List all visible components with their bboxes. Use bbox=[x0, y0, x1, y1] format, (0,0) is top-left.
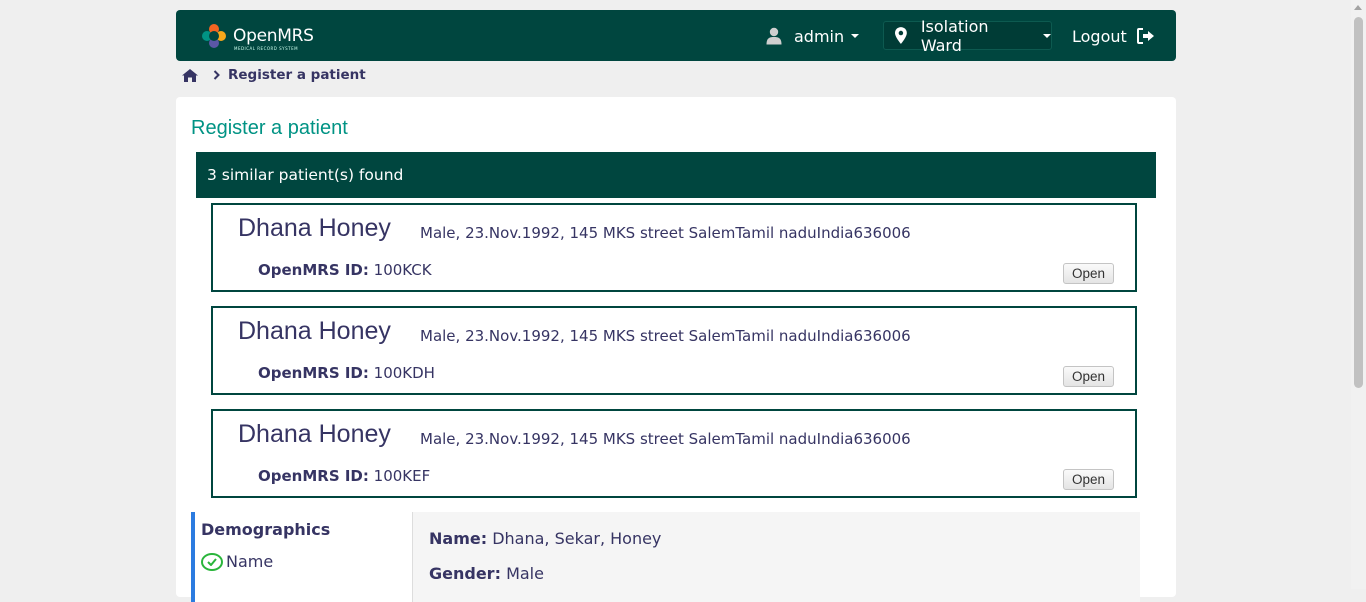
open-patient-button[interactable]: Open bbox=[1063, 469, 1114, 490]
patient-id-value: 100KEF bbox=[373, 467, 431, 485]
user-icon bbox=[766, 27, 782, 45]
user-name: admin bbox=[794, 26, 845, 46]
patient-identifier: OpenMRS ID: 100KDH bbox=[258, 364, 435, 382]
patient-id-label: OpenMRS ID: bbox=[258, 364, 369, 382]
patient-name: Dhana Honey bbox=[238, 214, 391, 242]
page-scrollbar[interactable] bbox=[1351, 0, 1366, 589]
patient-identifier: OpenMRS ID: 100KCK bbox=[258, 261, 432, 279]
summary-gender-value: Male bbox=[506, 564, 544, 583]
open-patient-button[interactable]: Open bbox=[1063, 263, 1114, 284]
page-title: Register a patient bbox=[191, 117, 348, 139]
map-marker-icon bbox=[895, 27, 907, 44]
similar-patients-count: 3 similar patient(s) found bbox=[207, 166, 404, 184]
summary-name-label: Name: bbox=[429, 529, 488, 548]
summary-name-value: Dhana, Sekar, Honey bbox=[492, 529, 662, 548]
check-circle-icon bbox=[201, 552, 223, 571]
chevron-down-icon bbox=[1043, 33, 1051, 38]
patient-identifier: OpenMRS ID: 100KEF bbox=[258, 467, 430, 485]
sign-out-icon bbox=[1136, 28, 1154, 44]
patient-name: Dhana Honey bbox=[238, 317, 391, 345]
step-name[interactable]: Name bbox=[201, 552, 273, 571]
main-content: Register a patient 3 similar patient(s) … bbox=[176, 97, 1176, 602]
openmrs-logo[interactable]: OpenMRS MEDICAL RECORD SYSTEM bbox=[202, 23, 314, 51]
step-label: Name bbox=[226, 552, 274, 571]
similar-patient-card: Dhana Honey Male, 23.Nov.1992, 145 MKS s… bbox=[211, 203, 1137, 292]
patient-id-value: 100KCK bbox=[373, 261, 432, 279]
similar-patient-card: Dhana Honey Male, 23.Nov.1992, 145 MKS s… bbox=[211, 409, 1137, 498]
scrollbar-thumb[interactable] bbox=[1354, 17, 1363, 388]
similar-patients-header: 3 similar patient(s) found bbox=[196, 152, 1156, 198]
section-demographics[interactable]: Demographics bbox=[201, 520, 330, 539]
summary-gender-row: Gender: Male bbox=[429, 564, 544, 583]
openmrs-logo-icon bbox=[202, 24, 226, 48]
user-menu[interactable]: admin bbox=[766, 24, 860, 48]
patient-name: Dhana Honey bbox=[238, 420, 391, 448]
top-header: OpenMRS MEDICAL RECORD SYSTEM admin Isol… bbox=[176, 10, 1176, 61]
logout-label: Logout bbox=[1072, 26, 1127, 46]
patient-id-label: OpenMRS ID: bbox=[258, 467, 369, 485]
location-selector[interactable]: Isolation Ward bbox=[883, 17, 1052, 55]
summary-gender-label: Gender: bbox=[429, 564, 501, 583]
summary-name-row: Name: Dhana, Sekar, Honey bbox=[429, 529, 661, 548]
open-patient-button[interactable]: Open bbox=[1063, 366, 1114, 387]
patient-info: Male, 23.Nov.1992, 145 MKS street SalemT… bbox=[420, 327, 911, 345]
scroll-up-icon[interactable] bbox=[1354, 5, 1362, 10]
chevron-down-icon bbox=[851, 34, 860, 38]
patient-id-label: OpenMRS ID: bbox=[258, 261, 369, 279]
chevron-right-icon bbox=[213, 70, 220, 80]
brand-name: OpenMRS MEDICAL RECORD SYSTEM bbox=[233, 26, 314, 51]
patient-info: Male, 23.Nov.1992, 145 MKS street SalemT… bbox=[420, 430, 911, 448]
breadcrumb: Register a patient bbox=[182, 66, 366, 84]
patient-info: Male, 23.Nov.1992, 145 MKS street SalemT… bbox=[420, 224, 911, 242]
logout-link[interactable]: Logout bbox=[1072, 24, 1155, 48]
location-name: Isolation Ward bbox=[920, 16, 989, 55]
brand-subtitle: MEDICAL RECORD SYSTEM bbox=[234, 46, 299, 51]
home-icon[interactable] bbox=[182, 68, 198, 82]
breadcrumb-current: Register a patient bbox=[228, 67, 366, 83]
patient-id-value: 100KDH bbox=[373, 364, 435, 382]
similar-patient-card: Dhana Honey Male, 23.Nov.1992, 145 MKS s… bbox=[211, 306, 1137, 395]
